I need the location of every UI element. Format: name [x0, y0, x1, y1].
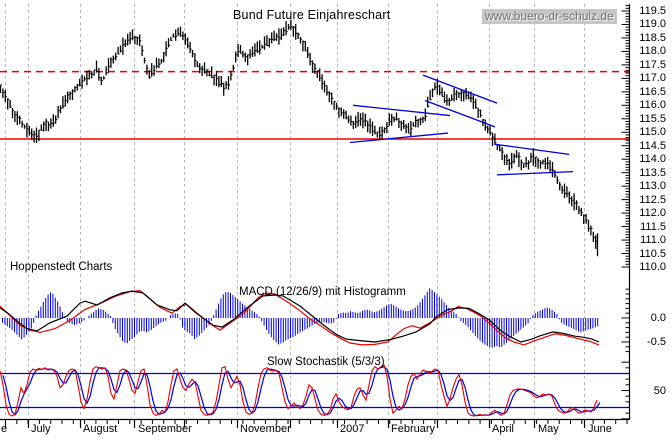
- month-label: September: [138, 423, 192, 435]
- price-axis-label: 118.5: [635, 32, 666, 44]
- price-axis-label: 111.0: [635, 234, 666, 246]
- price-axis-label: 110.0: [635, 261, 666, 273]
- macd-axis-label: 0.0: [635, 312, 666, 324]
- price-axis-label: 116.0: [635, 99, 666, 111]
- month-label: February: [391, 423, 435, 435]
- price-axis-label: 111.5: [635, 221, 666, 233]
- branding-label: Hoppenstedt Charts: [10, 261, 112, 273]
- watermark-link: www.buero-dr-schulz.de: [482, 9, 617, 24]
- price-axis-label: 112.0: [635, 207, 666, 219]
- page-title: Bund Future Einjahreschart: [233, 8, 390, 22]
- price-axis-label: 114.0: [635, 153, 666, 165]
- price-axis-label: 119.5: [635, 5, 666, 17]
- macd-axis-label: -0.5: [635, 336, 666, 348]
- price-axis-label: 110.5: [635, 248, 666, 260]
- stochastic-panel: [0, 365, 630, 416]
- price-axis-label: 115.0: [635, 126, 666, 138]
- price-axis-label: 119.0: [635, 18, 666, 30]
- stochastic-axis-label: 50: [635, 385, 666, 397]
- macd-lines: [0, 291, 599, 345]
- month-label: e: [1, 423, 7, 435]
- price-level-lines: [0, 72, 630, 139]
- month-label: April: [492, 423, 514, 435]
- macd-panel-label: MACD (12/26/9) mit Histogramm: [239, 286, 406, 298]
- price-axis-label: 113.5: [635, 167, 666, 179]
- chart-canvas: [0, 0, 672, 441]
- month-label: June: [588, 423, 612, 435]
- price-axis-label: 117.0: [635, 72, 666, 84]
- price-axis-label: 112.5: [635, 194, 666, 206]
- price-axis-label: 118.0: [635, 45, 666, 57]
- month-label: July: [31, 423, 51, 435]
- month-label: May: [538, 423, 559, 435]
- month-label: November: [240, 423, 291, 435]
- month-label: August: [83, 423, 117, 435]
- price-axis-label: 114.5: [635, 140, 666, 152]
- price-axis-label: 115.5: [635, 113, 666, 125]
- trendlines: [350, 75, 573, 175]
- price-axis-label: 113.0: [635, 180, 666, 192]
- price-series: [1, 20, 598, 257]
- stochastic-panel-label: Slow Stochastik (5/3/3): [267, 356, 385, 368]
- chart-window: Bund Future Einjahreschart www.buero-dr-…: [0, 0, 672, 441]
- price-axis-label: 116.5: [635, 86, 666, 98]
- price-axis-label: 117.5: [635, 59, 666, 71]
- month-label: 2007: [340, 423, 364, 435]
